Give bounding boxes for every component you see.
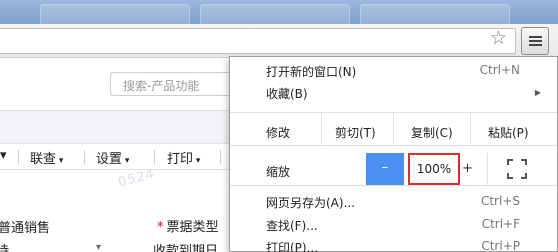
menu-separator xyxy=(230,185,557,186)
menu-item-save-as[interactable]: 网页另存为(A)... xyxy=(266,194,355,211)
chevron-down-icon: ▾ xyxy=(193,156,201,166)
browser-menu: 打开新的窗口(N) Ctrl+N 收藏(B) ▶ 修改 剪切(T) 复制(C) … xyxy=(229,56,558,252)
tab-strip xyxy=(0,0,558,24)
chevron-down-icon[interactable]: ▾ xyxy=(96,242,101,252)
menu-item-bookmarks[interactable]: 收藏(B) xyxy=(266,85,308,102)
field-value-sales-type: 普通销售 xyxy=(0,221,51,236)
nav-item-settings[interactable]: 设置 ▾ xyxy=(96,148,129,167)
zoom-level-display: 100% xyxy=(408,153,460,185)
menu-divider xyxy=(470,113,471,145)
background-tab[interactable] xyxy=(200,4,350,24)
fullscreen-icon[interactable] xyxy=(507,159,527,179)
background-tab[interactable] xyxy=(360,4,510,24)
nav-divider xyxy=(18,150,19,164)
menu-item-print[interactable]: 打印(P)... xyxy=(266,239,318,252)
menu-divider xyxy=(321,113,322,145)
zoom-in-button[interactable]: + xyxy=(462,161,473,176)
field-label-ticket-type: * 票据类型 xyxy=(157,220,219,235)
print-shortcut: Ctrl+P xyxy=(481,239,520,252)
chevron-down-icon: ▾ xyxy=(122,156,130,166)
chevron-down-icon: ▾ xyxy=(56,156,64,166)
page-subbar xyxy=(0,110,240,144)
find-shortcut: Ctrl+F xyxy=(481,217,520,231)
browser-toolbar xyxy=(0,24,558,58)
nav-item-query[interactable]: 联查 ▾ xyxy=(30,148,63,167)
menu-item-find[interactable]: 查找(F)... xyxy=(266,217,318,234)
menu-button[interactable] xyxy=(521,27,549,55)
menu-separator xyxy=(230,145,557,146)
menu-divider xyxy=(393,113,394,145)
menu-item-copy[interactable]: 复制(C) xyxy=(411,124,453,141)
menu-item-cut[interactable]: 剪切(T) xyxy=(335,124,376,141)
zoom-out-button[interactable]: – xyxy=(366,153,404,185)
nav-chevron-icon[interactable]: ▾ xyxy=(0,148,7,163)
nav-divider xyxy=(220,150,221,164)
menu-item-new-window[interactable]: 打开新的窗口(N) xyxy=(266,63,356,80)
zoom-label: 缩放 xyxy=(266,165,291,179)
star-icon[interactable]: ☆ xyxy=(490,29,507,48)
nav-item-print[interactable]: 打印 ▾ xyxy=(167,148,200,167)
nav-divider xyxy=(84,150,85,164)
submenu-arrow-icon: ▶ xyxy=(534,88,541,97)
search-placeholder: 搜索-产品功能 xyxy=(123,79,200,93)
edit-label: 修改 xyxy=(266,126,291,140)
nav-divider xyxy=(154,150,155,164)
address-bar[interactable] xyxy=(0,28,516,54)
field-value-status: 待 xyxy=(0,244,10,252)
menu-divider xyxy=(487,153,488,185)
new-window-shortcut: Ctrl+N xyxy=(479,63,520,77)
menu-item-paste[interactable]: 粘贴(P) xyxy=(488,124,529,141)
field-label-due-date: 收款到期日 xyxy=(153,244,219,252)
background-tab[interactable] xyxy=(40,4,190,24)
save-as-shortcut: Ctrl+S xyxy=(480,194,520,208)
